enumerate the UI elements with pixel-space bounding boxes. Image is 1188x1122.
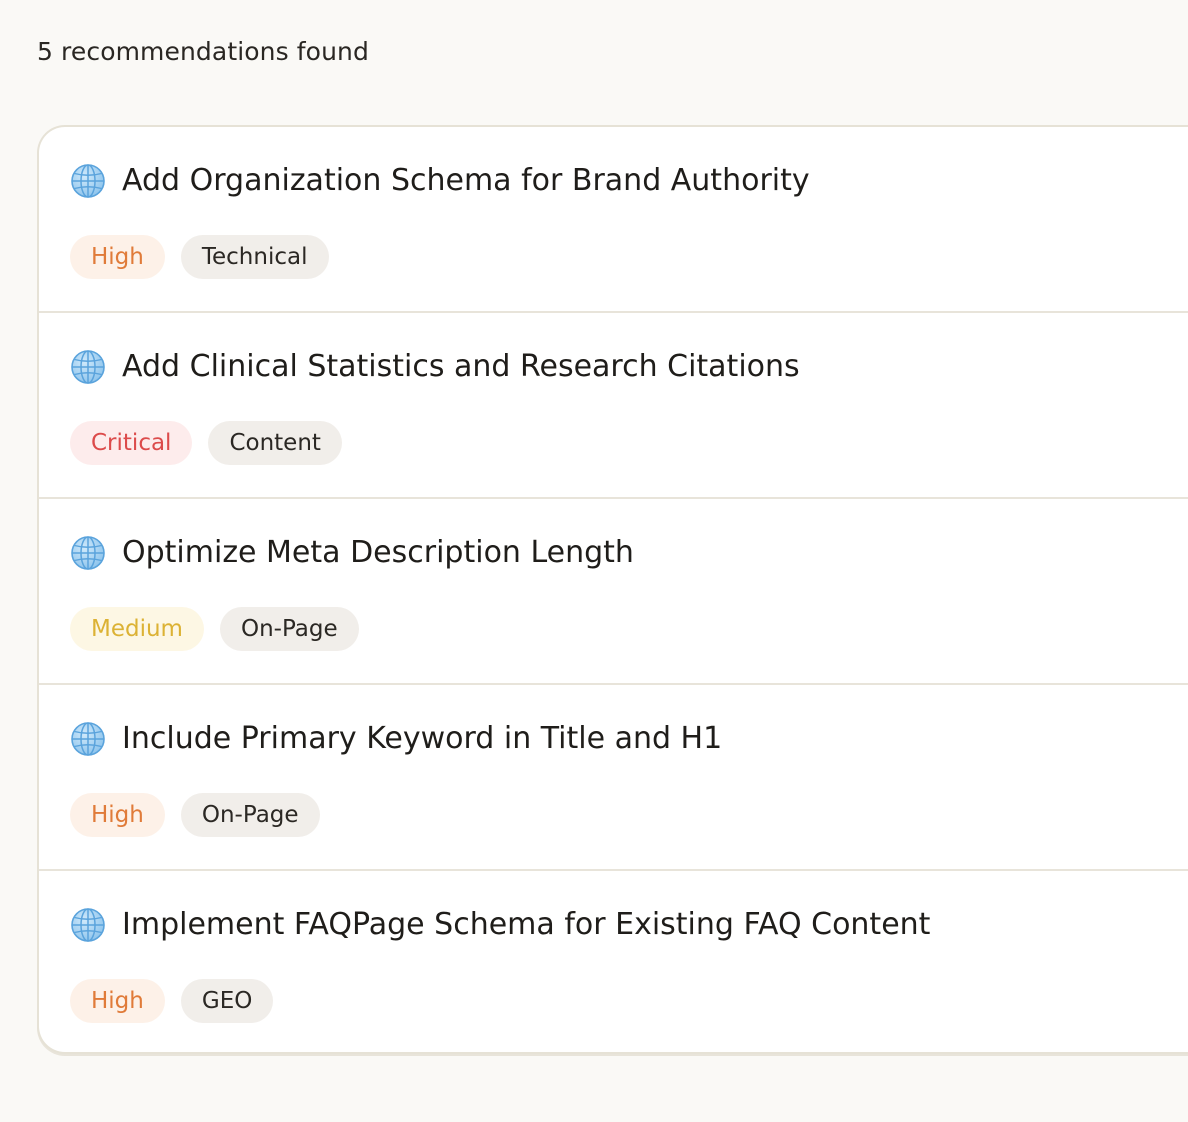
recommendation-item[interactable]: Optimize Meta Description Length Medium … — [39, 499, 1188, 685]
recommendations-count: 5 recommendations found — [37, 37, 369, 66]
globe-icon — [70, 907, 106, 943]
recommendations-list: Add Organization Schema for Brand Author… — [37, 125, 1188, 1054]
recommendation-tags: High Technical — [70, 235, 329, 279]
recommendation-tags: High On-Page — [70, 793, 320, 837]
priority-badge: High — [70, 235, 165, 279]
recommendation-tags: Medium On-Page — [70, 607, 359, 651]
category-badge: On-Page — [180, 793, 320, 837]
priority-badge: Medium — [70, 607, 204, 651]
recommendation-title: Include Primary Keyword in Title and H1 — [122, 721, 723, 756]
recommendation-item[interactable]: Implement FAQPage Schema for Existing FA… — [39, 871, 1188, 1052]
recommendation-title: Add Organization Schema for Brand Author… — [122, 163, 810, 198]
priority-badge: High — [70, 979, 165, 1023]
category-badge: Content — [208, 421, 342, 465]
globe-icon — [70, 349, 106, 385]
recommendation-item[interactable]: Add Clinical Statistics and Research Cit… — [39, 313, 1188, 499]
category-badge: GEO — [180, 979, 274, 1023]
category-badge: Technical — [180, 235, 329, 279]
recommendation-title: Add Clinical Statistics and Research Cit… — [122, 349, 800, 384]
recommendation-header[interactable]: Add Clinical Statistics and Research Cit… — [70, 348, 800, 386]
recommendation-item[interactable]: Include Primary Keyword in Title and H1 … — [39, 685, 1188, 871]
recommendation-header[interactable]: Include Primary Keyword in Title and H1 — [70, 720, 722, 758]
recommendation-header[interactable]: Implement FAQPage Schema for Existing FA… — [70, 906, 930, 944]
recommendation-tags: Critical Content — [70, 421, 342, 465]
recommendation-item[interactable]: Add Organization Schema for Brand Author… — [39, 127, 1188, 313]
recommendation-tags: High GEO — [70, 979, 274, 1023]
recommendation-header[interactable]: Optimize Meta Description Length — [70, 534, 634, 572]
globe-icon — [70, 721, 106, 757]
globe-icon — [70, 163, 106, 199]
recommendation-title: Optimize Meta Description Length — [122, 535, 634, 570]
priority-badge: High — [70, 793, 165, 837]
recommendation-title: Implement FAQPage Schema for Existing FA… — [122, 907, 931, 942]
globe-icon — [70, 535, 106, 571]
recommendation-header[interactable]: Add Organization Schema for Brand Author… — [70, 162, 810, 200]
category-badge: On-Page — [219, 607, 359, 651]
priority-badge: Critical — [70, 421, 193, 465]
